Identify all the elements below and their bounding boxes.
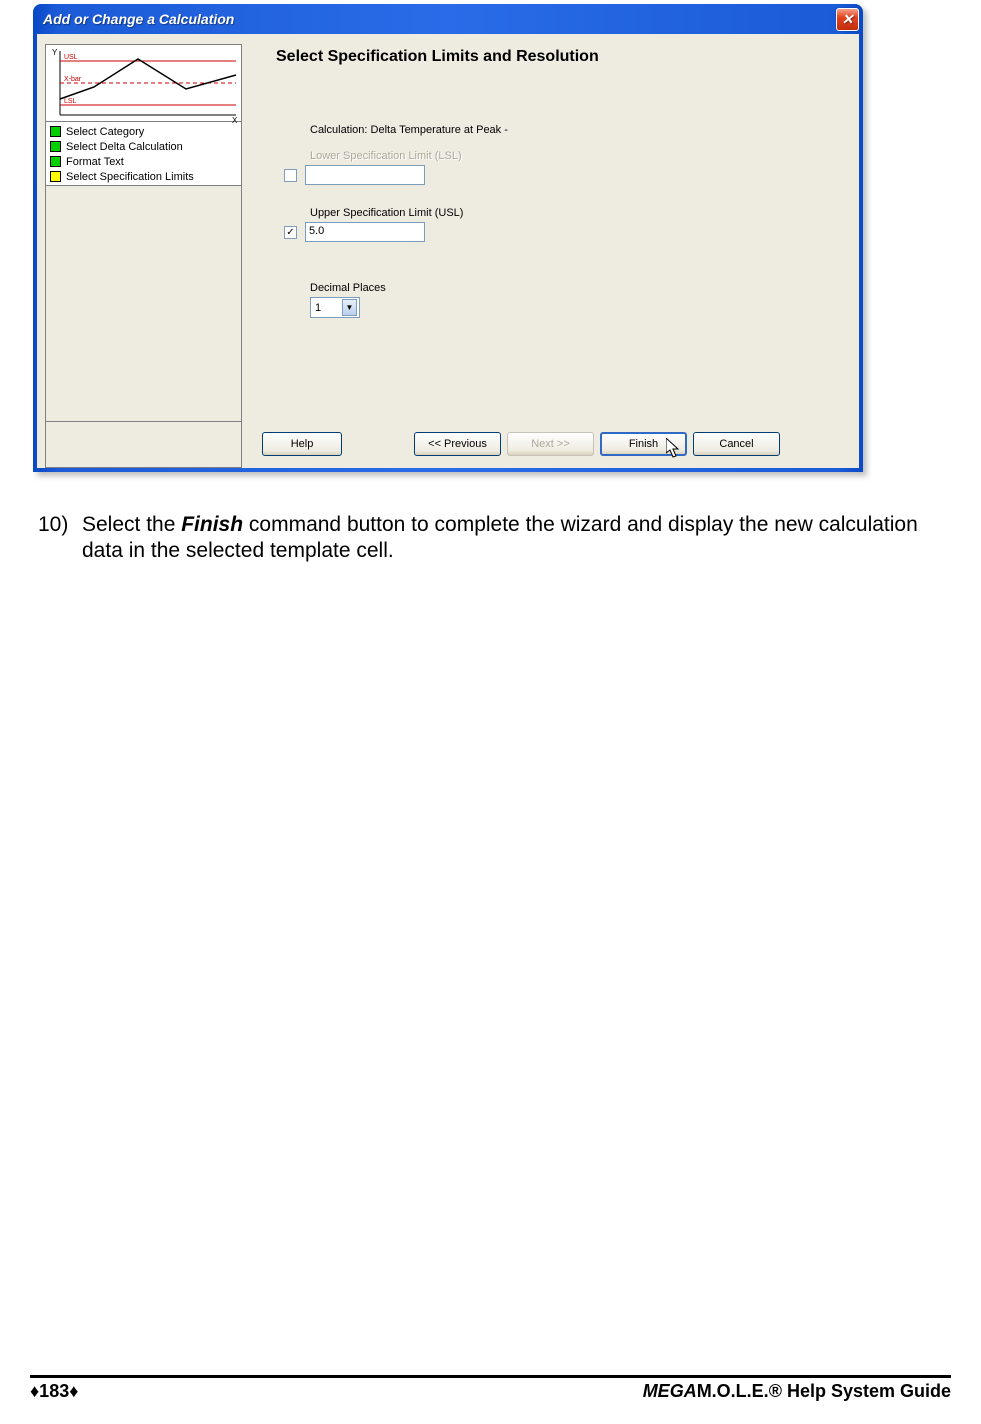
step-label: Select Delta Calculation <box>66 141 183 153</box>
lsl-input[interactable] <box>305 165 425 185</box>
check-icon: ✓ <box>286 227 294 238</box>
instruction-number: 10) <box>38 512 82 565</box>
instruction-bold: Finish <box>181 513 243 536</box>
step-select-specification-limits: Select Specification Limits <box>46 169 241 184</box>
step-label: Format Text <box>66 156 124 168</box>
close-button[interactable]: ✕ <box>836 8 859 31</box>
calculation-label: Calculation: Delta Temperature at Peak - <box>284 124 849 136</box>
usl-checkbox[interactable]: ✓ <box>284 226 297 239</box>
lsl-checkbox[interactable] <box>284 169 297 182</box>
lsl-label: LSL <box>64 98 77 105</box>
title-bar[interactable]: Add or Change a Calculation ✕ <box>33 4 863 34</box>
finish-button-label: Finish <box>629 438 658 450</box>
step-status-icon <box>50 156 61 167</box>
close-icon: ✕ <box>842 11 854 28</box>
cursor-icon <box>666 438 682 460</box>
step-select-delta-calculation: Select Delta Calculation <box>46 139 241 154</box>
dialog-body: Y X USL X-bar LSL Select Category <box>37 34 859 468</box>
usl-label: USL <box>64 54 78 61</box>
step-status-icon <box>50 126 61 137</box>
page-number: ♦183♦ <box>30 1381 78 1402</box>
usl-label: Upper Specification Limit (USL) <box>284 207 849 219</box>
dialog-window: Add or Change a Calculation ✕ Y X USL <box>33 4 863 472</box>
step-status-icon <box>50 171 61 182</box>
guide-title: MEGAM.O.L.E.® Help System Guide <box>643 1381 951 1402</box>
step-select-category: Select Category <box>46 124 241 139</box>
step-label: Select Category <box>66 126 144 138</box>
x-axis-label: X <box>232 116 238 123</box>
finish-button[interactable]: Finish <box>600 432 687 456</box>
step-format-text: Format Text <box>46 154 241 169</box>
help-button[interactable]: Help <box>262 432 342 456</box>
button-bar: Help << Previous Next >> Finish Cancel <box>262 432 844 456</box>
step-status-icon <box>50 141 61 152</box>
decimal-places-select[interactable]: 1 ▼ <box>310 297 360 318</box>
next-button[interactable]: Next >> <box>507 432 594 456</box>
chart-preview: Y X USL X-bar LSL <box>45 44 242 122</box>
lsl-label: Lower Specification Limit (LSL) <box>284 150 849 162</box>
sidebar-spacer <box>45 186 242 422</box>
page-footer: ♦183♦ MEGAM.O.L.E.® Help System Guide <box>30 1375 951 1402</box>
chevron-down-icon: ▼ <box>342 299 357 316</box>
instruction-text: 10) Select the Finish command button to … <box>38 512 921 565</box>
panel-heading: Select Specification Limits and Resoluti… <box>254 44 849 66</box>
previous-button[interactable]: << Previous <box>414 432 501 456</box>
sidebar-spacer-bottom <box>45 422 242 468</box>
xbar-label: X-bar <box>64 76 82 83</box>
decimal-places-label: Decimal Places <box>284 282 849 294</box>
decimal-places-value: 1 <box>315 302 321 314</box>
window-title: Add or Change a Calculation <box>43 11 234 27</box>
wizard-steps: Select Category Select Delta Calculation… <box>45 122 242 186</box>
cancel-button[interactable]: Cancel <box>693 432 780 456</box>
usl-input[interactable]: 5.0 <box>305 222 425 242</box>
y-axis-label: Y <box>52 48 58 57</box>
step-label: Select Specification Limits <box>66 171 194 183</box>
